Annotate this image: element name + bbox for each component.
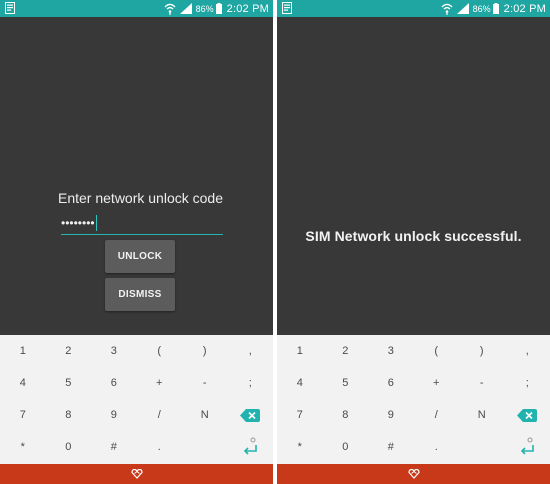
key-enter[interactable]: [505, 431, 550, 463]
key-hash[interactable]: #: [91, 431, 137, 463]
notification-icon: [5, 2, 15, 14]
status-bar: 86% 2:02 PM: [277, 0, 550, 17]
key-slash[interactable]: /: [137, 399, 183, 431]
battery-percent: 86%: [472, 3, 491, 14]
enter-icon: [244, 437, 258, 455]
key-7[interactable]: 7: [0, 399, 46, 431]
wifi-icon: [441, 3, 453, 15]
unlock-screen-phone: 86% 2:02 PM Enter network unlock code ••…: [0, 0, 273, 484]
key-plus[interactable]: +: [137, 367, 183, 399]
key-asterisk[interactable]: *: [277, 431, 323, 463]
unlock-button[interactable]: UNLOCK: [105, 240, 175, 273]
backspace-icon: [517, 408, 538, 422]
key-slash[interactable]: /: [414, 399, 460, 431]
unlock-code-input[interactable]: ••••••••: [61, 211, 223, 235]
key-asterisk[interactable]: *: [0, 431, 46, 463]
key-close-paren[interactable]: ): [182, 335, 228, 367]
key-6[interactable]: 6: [368, 367, 414, 399]
battery-icon: [492, 3, 499, 14]
key-open-paren[interactable]: (: [137, 335, 183, 367]
key-close-paren[interactable]: ): [459, 335, 505, 367]
key-0[interactable]: 0: [323, 431, 369, 463]
key-enter[interactable]: [228, 431, 274, 463]
key-plus[interactable]: +: [414, 367, 460, 399]
key-1[interactable]: 1: [277, 335, 323, 367]
key-period[interactable]: .: [137, 431, 183, 463]
key-9[interactable]: 9: [368, 399, 414, 431]
dismiss-button[interactable]: DISMISS: [105, 278, 175, 311]
key-8[interactable]: 8: [46, 399, 92, 431]
backspace-icon: [240, 408, 261, 422]
status-bar: 86% 2:02 PM: [0, 0, 273, 17]
key-0[interactable]: 0: [46, 431, 92, 463]
key-5[interactable]: 5: [323, 367, 369, 399]
key-period[interactable]: .: [414, 431, 460, 463]
key-minus[interactable]: -: [182, 367, 228, 399]
key-2[interactable]: 2: [323, 335, 369, 367]
enter-icon: [521, 437, 535, 455]
key-backspace[interactable]: [505, 399, 550, 431]
pin-value: ••••••••: [61, 215, 95, 230]
key-8[interactable]: 8: [323, 399, 369, 431]
key-comma[interactable]: ,: [228, 335, 274, 367]
key-n[interactable]: N: [182, 399, 228, 431]
key-backspace[interactable]: [228, 399, 274, 431]
success-screen-phone: 86% 2:02 PM SIM Network unlock successfu…: [277, 0, 550, 484]
status-time: 2:02 PM: [226, 2, 269, 15]
key-6[interactable]: 6: [91, 367, 137, 399]
status-time: 2:02 PM: [503, 2, 546, 15]
key-3[interactable]: 3: [368, 335, 414, 367]
key-empty: [182, 431, 228, 463]
key-n[interactable]: N: [459, 399, 505, 431]
key-2[interactable]: 2: [46, 335, 92, 367]
key-9[interactable]: 9: [91, 399, 137, 431]
battery-icon: [215, 3, 222, 14]
key-empty: [459, 431, 505, 463]
battery-percent: 86%: [195, 3, 214, 14]
signal-icon: [179, 3, 192, 14]
notification-icon: [282, 2, 292, 14]
keyboard-bottom-bar: [277, 464, 550, 484]
key-4[interactable]: 4: [277, 367, 323, 399]
key-semicolon[interactable]: ;: [505, 367, 550, 399]
numeric-keyboard: 1 2 3 ( ) , 4 5 6 + - ; 7 8 9 / N * 0 # …: [277, 335, 550, 464]
key-minus[interactable]: -: [459, 367, 505, 399]
key-hash[interactable]: #: [368, 431, 414, 463]
key-5[interactable]: 5: [46, 367, 92, 399]
key-4[interactable]: 4: [0, 367, 46, 399]
text-cursor: [95, 214, 97, 231]
key-comma[interactable]: ,: [505, 335, 550, 367]
swiftkey-logo-icon: [407, 469, 420, 479]
signal-icon: [456, 3, 469, 14]
numeric-keyboard: 1 2 3 ( ) , 4 5 6 + - ; 7 8 9 / N * 0 # …: [0, 335, 273, 464]
key-1[interactable]: 1: [0, 335, 46, 367]
unlock-prompt: Enter network unlock code: [58, 190, 223, 206]
key-3[interactable]: 3: [91, 335, 137, 367]
keyboard-bottom-bar: [0, 464, 273, 484]
swiftkey-logo-icon: [130, 469, 143, 479]
key-open-paren[interactable]: (: [414, 335, 460, 367]
unlock-success-message: SIM Network unlock successful.: [305, 228, 522, 244]
wifi-icon: [164, 3, 176, 15]
key-semicolon[interactable]: ;: [228, 367, 274, 399]
key-7[interactable]: 7: [277, 399, 323, 431]
